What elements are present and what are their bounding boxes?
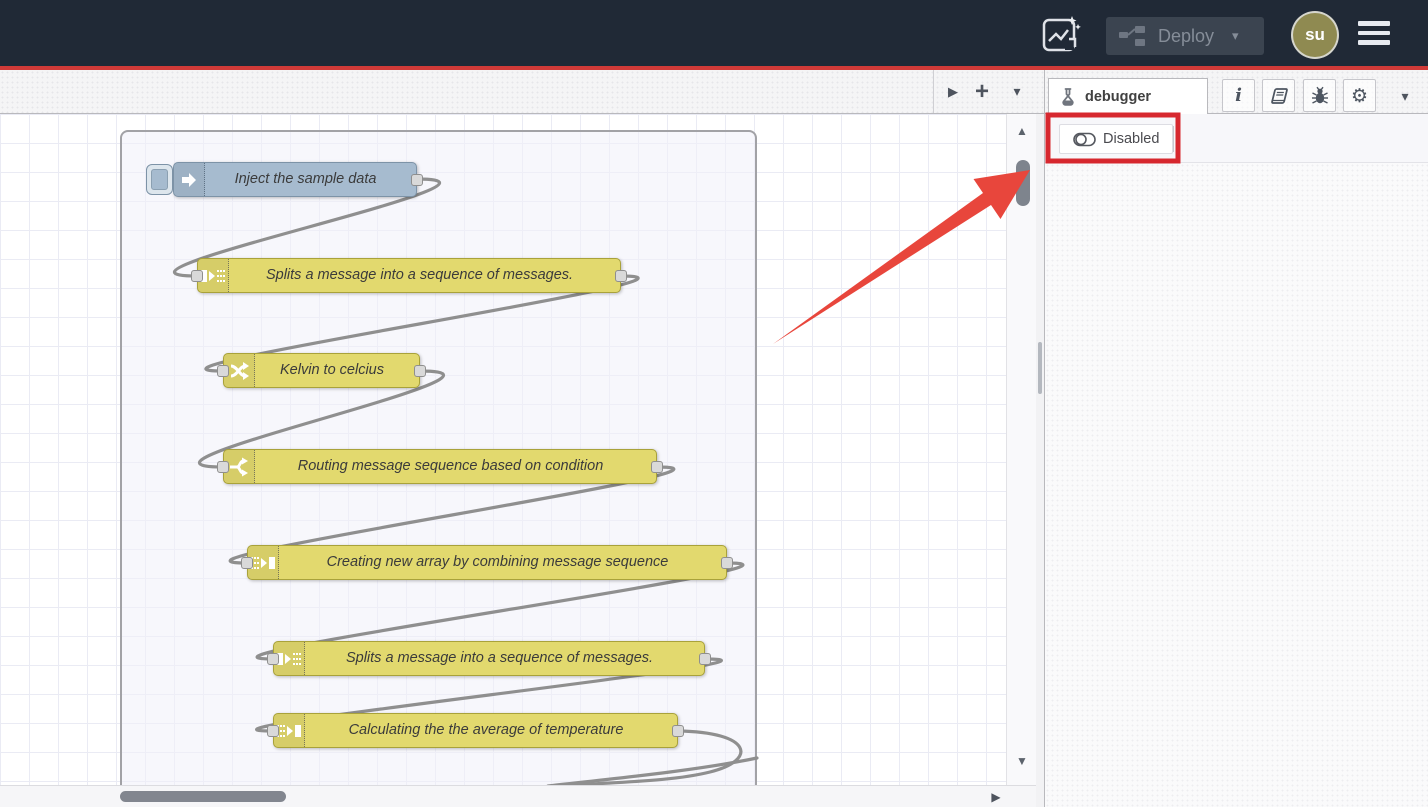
output-port[interactable] [672, 725, 684, 737]
node-label: Splits a message into a sequence of mess… [229, 259, 610, 292]
canvas-horizontal-scrollbar[interactable]: ▶ [0, 785, 1036, 807]
debug-sidebar-content [1045, 163, 1428, 807]
input-port[interactable] [241, 557, 253, 569]
horizontal-scroll-thumb[interactable] [120, 791, 286, 802]
sidebar-tab-label: debugger [1085, 89, 1151, 105]
node-label: Splits a message into a sequence of mess… [305, 642, 694, 675]
main-menu-icon[interactable] [1358, 21, 1392, 47]
input-port[interactable] [217, 461, 229, 473]
user-avatar[interactable]: su [1293, 13, 1337, 57]
input-port[interactable] [217, 365, 229, 377]
vertical-scroll-thumb[interactable] [1016, 160, 1030, 206]
node-label: Routing message sequence based on condit… [255, 450, 646, 483]
inject-arrow-icon [174, 163, 205, 196]
gear-icon: ⚙ [1351, 85, 1368, 107]
debug-sidebar-toolbar: Disabled [1045, 114, 1428, 163]
input-port[interactable] [267, 725, 279, 737]
debug-tab-button[interactable] [1303, 79, 1336, 112]
bug-icon [1310, 86, 1330, 106]
scroll-tabs-right-icon[interactable]: ▶ [940, 70, 966, 113]
output-port[interactable] [699, 653, 711, 665]
add-flow-button[interactable]: + [968, 70, 996, 113]
info-icon: i [1235, 85, 1242, 106]
deploy-nodes-icon [1118, 25, 1148, 47]
deploy-button[interactable]: Deploy ▾ [1106, 17, 1264, 55]
node-label: Inject the sample data [205, 163, 406, 196]
input-port[interactable] [267, 653, 279, 665]
node-inject[interactable]: Inject the sample data [173, 162, 417, 197]
workspace-tab-controls: ▶ + ▾ [933, 70, 1036, 113]
node-label: Creating new array by combining message … [279, 546, 716, 579]
scroll-right-icon[interactable]: ▶ [986, 788, 1006, 806]
scroll-up-icon[interactable]: ▲ [1007, 124, 1037, 138]
debug-disabled-toggle-button[interactable]: Disabled [1059, 124, 1173, 154]
canvas-vertical-scrollbar[interactable]: ▲ ▼ [1006, 114, 1036, 785]
node-label: Kelvin to celcius [255, 354, 409, 387]
flow-assistant-icon[interactable] [1041, 13, 1081, 55]
scroll-down-icon[interactable]: ▼ [1007, 754, 1037, 768]
sidebar-collapse-caret-icon[interactable]: ▾ [1392, 84, 1418, 108]
info-tab-button[interactable]: i [1222, 79, 1255, 112]
flask-icon [1059, 87, 1077, 107]
inject-trigger-button[interactable] [146, 164, 173, 195]
output-port[interactable] [651, 461, 663, 473]
separator-grip[interactable] [1038, 342, 1042, 394]
output-port[interactable] [411, 174, 423, 186]
output-port[interactable] [414, 365, 426, 377]
sidebar-separator[interactable] [1036, 114, 1044, 807]
input-port[interactable] [191, 270, 203, 282]
output-port[interactable] [615, 270, 627, 282]
disabled-button-label: Disabled [1103, 131, 1159, 147]
toolbar-divider [1173, 126, 1174, 152]
node-switch[interactable]: Routing message sequence based on condit… [223, 449, 657, 484]
book-icon [1269, 86, 1289, 106]
toggle-off-icon [1073, 132, 1096, 147]
settings-tab-button[interactable]: ⚙ [1343, 79, 1376, 112]
node-split[interactable]: Splits a message into a sequence of mess… [197, 258, 621, 293]
deploy-label: Deploy [1158, 26, 1214, 47]
flow-canvas[interactable]: Inject the sample data Splits a message … [0, 114, 1006, 785]
node-change[interactable]: Kelvin to celcius [223, 353, 420, 388]
deploy-options-caret-icon[interactable]: ▾ [1232, 28, 1239, 44]
avatar-initials: su [1305, 25, 1325, 45]
node-split[interactable]: Splits a message into a sequence of mess… [273, 641, 705, 676]
docs-tab-button[interactable] [1262, 79, 1295, 112]
flow-list-caret-icon[interactable]: ▾ [1002, 70, 1032, 113]
node-label: Calculating the the average of temperatu… [305, 714, 667, 747]
node-red-app: Deploy ▾ su ▶ + ▾ [0, 0, 1428, 807]
header-bar: Deploy ▾ su [0, 0, 1428, 66]
node-join[interactable]: Creating new array by combining message … [247, 545, 727, 580]
sidebar-tab-debugger[interactable]: debugger [1048, 78, 1208, 114]
node-join[interactable]: Calculating the the average of temperatu… [273, 713, 678, 748]
output-port[interactable] [721, 557, 733, 569]
workspace-tab-bar [0, 70, 1428, 114]
